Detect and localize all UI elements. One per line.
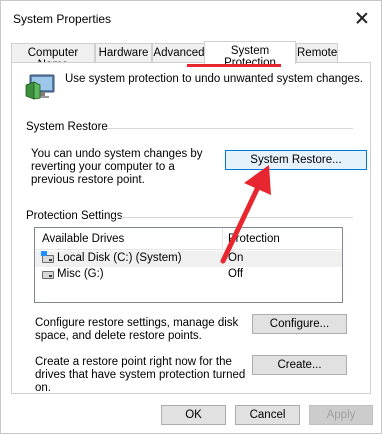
intro-text: Use system protection to undo unwanted s… bbox=[65, 73, 363, 85]
annotation-underline bbox=[187, 64, 281, 67]
protection-settings-group-title: Protection Settings bbox=[26, 210, 127, 222]
tab-label: Advanced bbox=[153, 47, 205, 59]
tab-system-protection[interactable]: System Protection bbox=[204, 41, 296, 69]
drive-icon bbox=[42, 271, 54, 279]
group-divider bbox=[115, 217, 353, 218]
create-text: Create a restore point right now for the… bbox=[35, 356, 246, 394]
tab-remote[interactable]: Remote bbox=[296, 43, 338, 63]
button-label: System Restore... bbox=[250, 154, 342, 166]
drive-icon bbox=[42, 255, 54, 263]
drive-name: Local Disk (C:) (System) bbox=[57, 252, 182, 264]
group-divider bbox=[107, 128, 353, 129]
drives-list[interactable]: Available Drives Protection Local Disk (… bbox=[34, 227, 343, 303]
button-label: Cancel bbox=[249, 409, 286, 421]
drive-row-c[interactable]: Local Disk (C:) (System) On bbox=[35, 251, 342, 267]
drive-name: Misc (G:) bbox=[57, 268, 104, 280]
tab-computer-name[interactable]: Computer Name bbox=[11, 43, 95, 71]
column-separator[interactable] bbox=[222, 228, 223, 250]
drive-protection: Off bbox=[228, 268, 244, 280]
configure-text: Configure restore settings, manage disk … bbox=[35, 317, 239, 342]
close-icon[interactable] bbox=[349, 7, 375, 29]
system-restore-text: You can undo system changes by reverting… bbox=[31, 148, 203, 186]
cancel-button[interactable]: Cancel bbox=[235, 405, 300, 425]
tab-hardware[interactable]: Hardware bbox=[95, 43, 152, 63]
button-label: Configure... bbox=[269, 318, 330, 330]
button-label: Apply bbox=[326, 409, 356, 421]
create-button[interactable]: Create... bbox=[252, 355, 347, 375]
system-properties-window: System Properties Computer Name Hardware… bbox=[0, 0, 382, 434]
drive-protection: On bbox=[228, 252, 244, 264]
tab-label: Hardware bbox=[98, 47, 149, 59]
button-label: OK bbox=[185, 409, 202, 421]
configure-button[interactable]: Configure... bbox=[252, 314, 347, 334]
ok-button[interactable]: OK bbox=[161, 405, 226, 425]
button-label: Create... bbox=[277, 359, 322, 371]
drive-row-g[interactable]: Misc (G:) Off bbox=[35, 267, 342, 283]
system-protection-icon bbox=[25, 74, 55, 100]
column-protection[interactable]: Protection bbox=[228, 233, 280, 245]
drives-list-header: Available Drives Protection bbox=[35, 228, 342, 250]
tab-advanced[interactable]: Advanced bbox=[152, 43, 206, 63]
system-restore-group-title: System Restore bbox=[26, 121, 112, 133]
apply-button[interactable]: Apply bbox=[309, 405, 373, 425]
tab-label: Remote bbox=[297, 47, 338, 59]
windows-flag-icon bbox=[41, 251, 47, 256]
system-restore-button[interactable]: System Restore... bbox=[225, 150, 367, 170]
column-available-drives[interactable]: Available Drives bbox=[42, 233, 124, 245]
title-bar: System Properties bbox=[1, 1, 381, 35]
window-title: System Properties bbox=[13, 12, 112, 26]
